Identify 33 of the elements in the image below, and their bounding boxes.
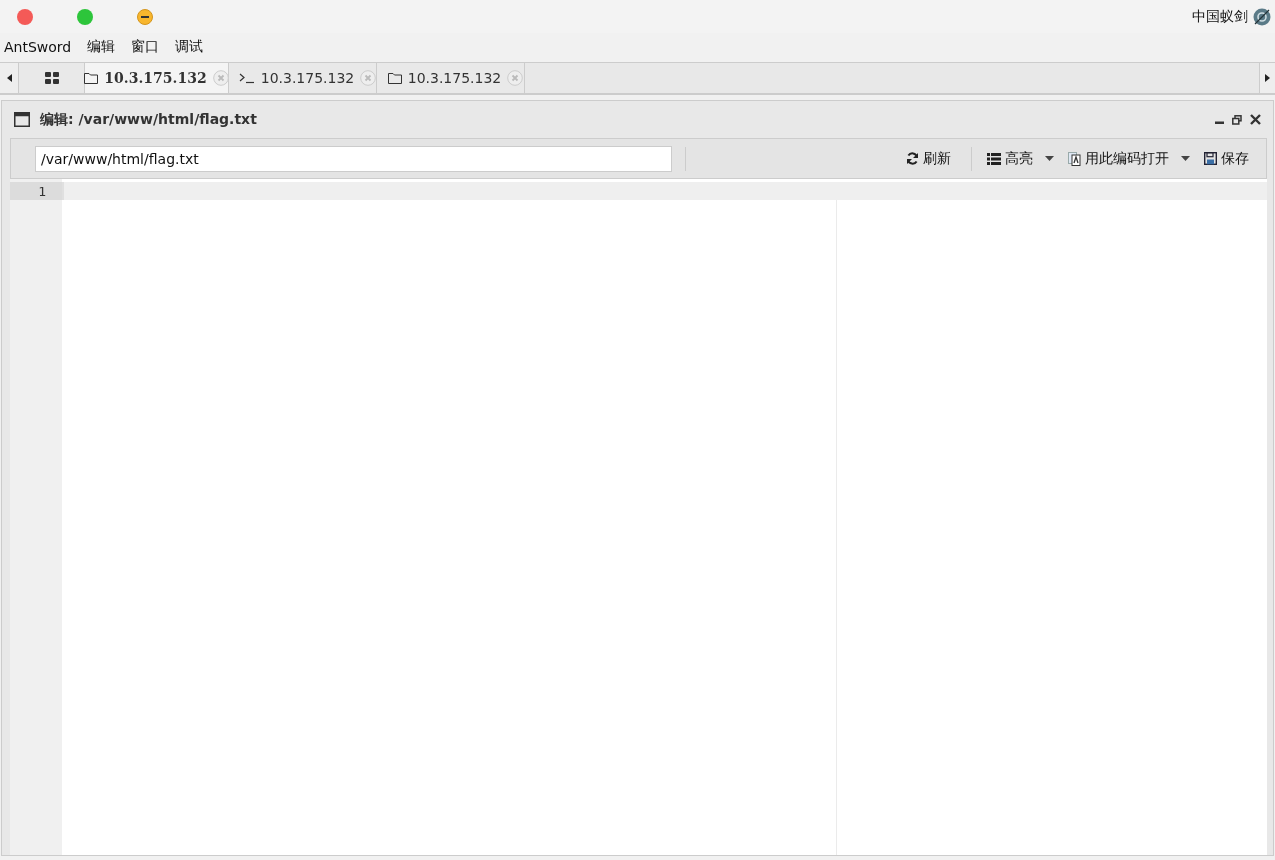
right-arrow-icon xyxy=(1265,74,1270,82)
menu-item[interactable]: 调试 xyxy=(175,37,204,56)
caret-icon xyxy=(1045,156,1054,161)
close-button[interactable] xyxy=(17,8,33,25)
menu-item[interactable]: 窗口 xyxy=(131,37,160,56)
grid-icon xyxy=(44,72,59,84)
document-icon xyxy=(1068,151,1081,166)
line-number: 1 xyxy=(38,183,46,199)
menu-item[interactable]: 编辑 xyxy=(87,37,116,56)
window-icon xyxy=(14,112,30,127)
app-title: 中国蚁剑 xyxy=(1192,7,1248,26)
scroll-left-button[interactable] xyxy=(0,63,19,93)
list-icon xyxy=(987,152,1001,165)
menu-item[interactable]: AntSword xyxy=(4,38,72,55)
folder-icon xyxy=(84,72,99,84)
close-icon[interactable] xyxy=(1250,114,1261,125)
refresh-icon xyxy=(906,152,919,165)
path-field[interactable]: /var/www/html/flag.txt xyxy=(35,145,672,172)
caret-icon xyxy=(1181,156,1190,161)
scroll-right-button[interactable] xyxy=(1259,63,1275,93)
restore-icon[interactable] xyxy=(1232,114,1242,125)
left-arrow-icon xyxy=(6,74,12,82)
tab[interactable]: 10.3.175.132 xyxy=(85,63,229,93)
folder-icon xyxy=(387,72,402,84)
refresh-button[interactable]: 刷新 xyxy=(899,149,958,168)
window-title: 编辑: /var/www/html/flag.txt xyxy=(40,110,257,129)
save-icon xyxy=(1204,152,1217,165)
logo-icon xyxy=(1253,7,1271,26)
terminal-icon xyxy=(238,72,255,84)
highlight-button[interactable]: 高亮 xyxy=(980,149,1061,168)
encoding-button[interactable]: 用此编码打开 xyxy=(1061,149,1197,168)
minimize-button[interactable] xyxy=(137,8,153,25)
save-button[interactable]: 保存 xyxy=(1197,149,1256,168)
